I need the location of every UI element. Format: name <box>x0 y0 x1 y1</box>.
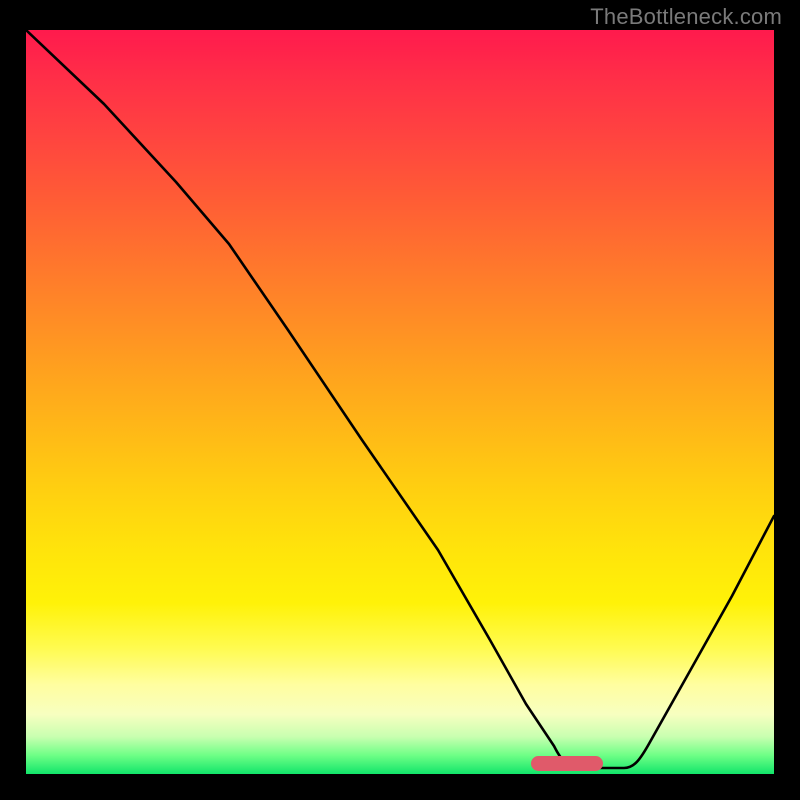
watermark-text: TheBottleneck.com <box>590 4 782 30</box>
bottleneck-curve <box>26 30 774 774</box>
chart-container: TheBottleneck.com <box>0 0 800 800</box>
optimal-range-marker <box>531 756 603 771</box>
curve-path <box>26 30 774 768</box>
plot-area <box>26 30 774 774</box>
